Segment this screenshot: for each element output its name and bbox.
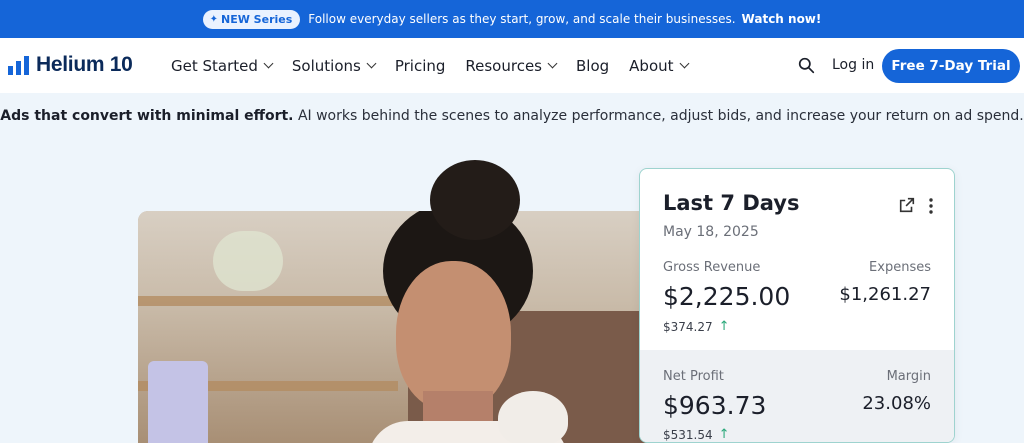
nav-item-pricing[interactable]: Pricing [395,57,446,75]
logo-text: Helium 10 [36,53,133,76]
expenses-value: $1,261.27 [839,284,931,305]
tagline-rest: AI works behind the scenes to analyze pe… [293,108,1024,124]
logo-bars-icon [8,55,30,75]
hero-tagline: Ads that convert with minimal effort. AI… [0,108,1024,124]
badge-label: NEW Series [221,12,293,26]
margin-label: Margin [886,369,931,384]
main-nav: Helium 10 Get Started Solutions Pricing … [0,38,1024,93]
chevron-down-icon [679,58,689,69]
nav-menu: Get Started Solutions Pricing Resources … [171,38,708,93]
card-date: May 18, 2025 [663,224,759,240]
watch-now-link[interactable]: Watch now! [742,12,822,26]
expenses-label: Expenses [869,260,931,275]
net-profit-value: $963.73 [663,391,767,420]
net-profit-label: Net Profit [663,369,724,384]
chevron-down-icon [366,58,377,69]
nav-item-about[interactable]: About [629,56,689,75]
gross-revenue-value: $2,225.00 [663,282,791,311]
arrow-up-icon: ↑ [718,427,730,442]
logo[interactable]: Helium 10 [8,53,133,77]
nav-item-label: Get Started [171,56,258,75]
nav-item-blog[interactable]: Blog [576,57,609,75]
nav-item-label: Resources [465,56,542,75]
gross-revenue-change: $374.27 ↑ [663,319,730,334]
free-trial-button[interactable]: Free 7-Day Trial [882,49,1020,83]
more-vertical-icon[interactable] [928,197,934,215]
announcement-message: Follow everyday sellers as they start, g… [308,12,736,26]
nav-item-label: Blog [576,56,610,75]
margin-value: 23.08% [862,393,931,414]
sparkle-icon: ✦ [209,13,218,25]
nav-item-label: Pricing [394,56,446,75]
card-title: Last 7 Days [663,191,800,215]
search-icon[interactable] [798,57,815,74]
chevron-down-icon [547,58,558,69]
tagline-bold: Ads that convert with minimal effort. [0,108,294,124]
net-change-value: $531.54 [663,427,713,442]
nav-item-label: About [629,56,674,75]
hero-photo-hair-bun [430,160,520,240]
hero-photo [138,211,658,443]
arrow-up-icon: ↑ [718,319,730,334]
nav-item-resources[interactable]: Resources [465,56,558,75]
gross-revenue-label: Gross Revenue [663,260,761,275]
nav-item-solutions[interactable]: Solutions [291,56,377,75]
nav-item-label: Solutions [291,56,361,75]
net-profit-change: $531.54 ↑ [663,427,730,442]
chevron-down-icon [263,58,274,69]
new-series-badge[interactable]: ✦ NEW Series [202,9,301,29]
announcement-bar: ✦ NEW Series Follow everyday sellers as … [0,0,1024,38]
external-link-icon[interactable] [898,196,916,214]
gross-change-value: $374.27 [663,319,713,334]
stats-card: Last 7 Days May 18, 2025 Gross Revenue $… [639,168,955,443]
nav-item-get-started[interactable]: Get Started [171,56,274,75]
login-link[interactable]: Log in [832,57,874,73]
